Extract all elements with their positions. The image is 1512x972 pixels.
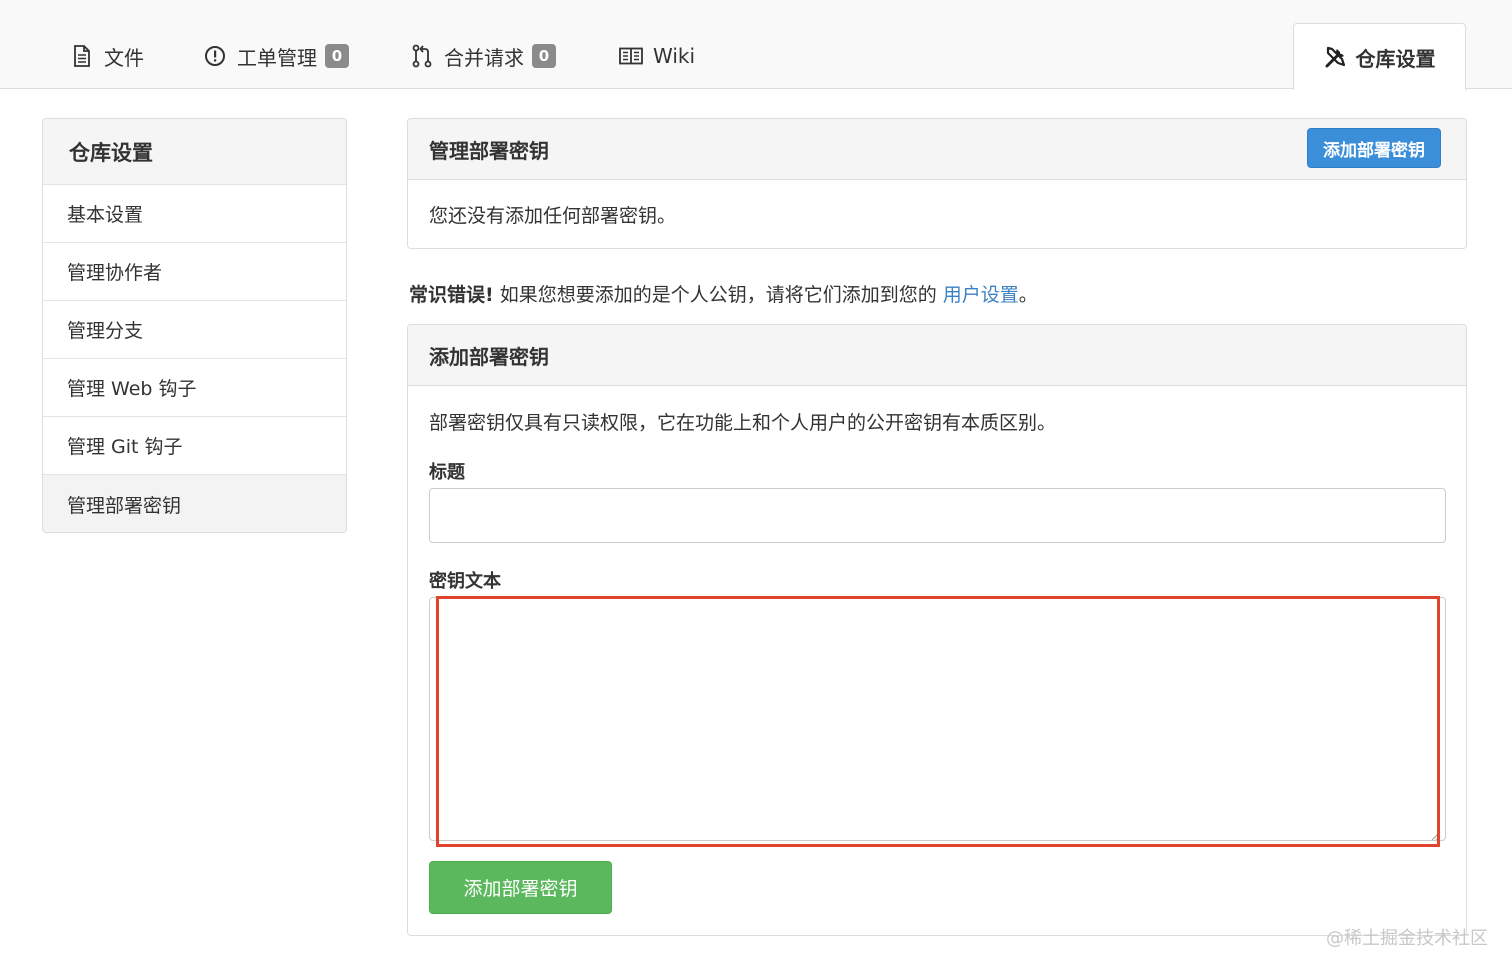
issues-count-badge: 0 (325, 44, 349, 68)
manage-deploy-keys-panel: 管理部署密钥 添加部署密钥 您还没有添加任何部署密钥。 (407, 118, 1467, 249)
tab-issues-label: 工单管理 (237, 45, 317, 70)
watermark-text: @稀土掘金技术社区 (1326, 928, 1488, 949)
sidebar-title: 仓库设置 (43, 119, 346, 185)
common-mistake-tip: 常识错误! 如果您想要添加的是个人公钥，请将它们添加到您的 用户设置。 (409, 280, 1038, 307)
deploy-key-description: 部署密钥仅具有只读权限，它在功能上和个人用户的公开密钥有本质区别。 (429, 412, 1057, 434)
add-deploy-key-panel: 添加部署密钥 部署密钥仅具有只读权限，它在功能上和个人用户的公开密钥有本质区别。… (407, 324, 1467, 936)
key-content-label: 密钥文本 (429, 571, 501, 592)
tab-files-label: 文件 (104, 45, 144, 70)
manage-panel-header: 管理部署密钥 添加部署密钥 (408, 119, 1466, 180)
tab-settings-label: 仓库设置 (1355, 46, 1436, 71)
tip-strong: 常识错误! (409, 284, 494, 306)
sidebar-item-label: 基本设置 (67, 204, 144, 226)
sidebar-item-label: 管理 Web 钩子 (67, 378, 197, 400)
tip-suffix: 。 (1018, 284, 1038, 306)
sidebar-item-collaborators[interactable]: 管理协作者 (43, 243, 346, 301)
tab-files[interactable]: 文件 (70, 40, 144, 72)
user-settings-link[interactable]: 用户设置 (943, 284, 1019, 306)
tools-icon (1324, 45, 1348, 69)
empty-keys-message: 您还没有添加任何部署密钥。 (429, 205, 677, 227)
file-icon (70, 44, 94, 68)
repo-tab-bar: 文件 工单管理 0 合并请求 0 Wiki 仓库设置 (0, 0, 1512, 90)
book-icon (619, 44, 643, 68)
tab-wiki[interactable]: Wiki (619, 40, 695, 72)
tab-pulls-label: 合并请求 (444, 45, 524, 70)
sidebar-item-label: 管理分支 (67, 320, 144, 342)
settings-sidebar: 仓库设置 基本设置 管理协作者 管理分支 管理 Web 钩子 管理 Git 钩子… (42, 118, 347, 533)
pulls-count-badge: 0 (532, 44, 556, 68)
title-input[interactable] (429, 488, 1446, 543)
tab-pull-requests[interactable]: 合并请求 0 (410, 40, 556, 72)
sidebar-item-git-hooks[interactable]: 管理 Git 钩子 (43, 417, 346, 475)
issue-icon (203, 44, 227, 68)
git-pull-request-icon (410, 44, 434, 68)
add-panel-header: 添加部署密钥 (408, 325, 1466, 386)
sidebar-item-label: 管理 Git 钩子 (67, 436, 183, 458)
tab-wiki-label: Wiki (653, 44, 696, 68)
title-label: 标题 (429, 462, 465, 483)
sidebar-item-webhooks[interactable]: 管理 Web 钩子 (43, 359, 346, 417)
add-deploy-key-button[interactable]: 添加部署密钥 (1307, 128, 1441, 168)
add-panel-title: 添加部署密钥 (429, 344, 549, 369)
sidebar-item-branches[interactable]: 管理分支 (43, 301, 346, 359)
sidebar-item-label: 管理部署密钥 (67, 494, 182, 517)
resize-handle-icon[interactable] (1431, 826, 1441, 841)
sidebar-item-basic-settings[interactable]: 基本设置 (43, 185, 346, 243)
sidebar-item-deploy-keys[interactable]: 管理部署密钥 (43, 475, 346, 532)
tab-settings[interactable]: 仓库设置 (1293, 23, 1466, 90)
manage-panel-title: 管理部署密钥 (429, 138, 549, 163)
tab-issues[interactable]: 工单管理 0 (203, 40, 349, 72)
submit-deploy-key-button[interactable]: 添加部署密钥 (429, 861, 612, 914)
key-content-textarea[interactable] (429, 597, 1446, 841)
tip-text: 如果您想要添加的是个人公钥，请将它们添加到您的 (499, 284, 937, 306)
sidebar-item-label: 管理协作者 (67, 262, 163, 284)
